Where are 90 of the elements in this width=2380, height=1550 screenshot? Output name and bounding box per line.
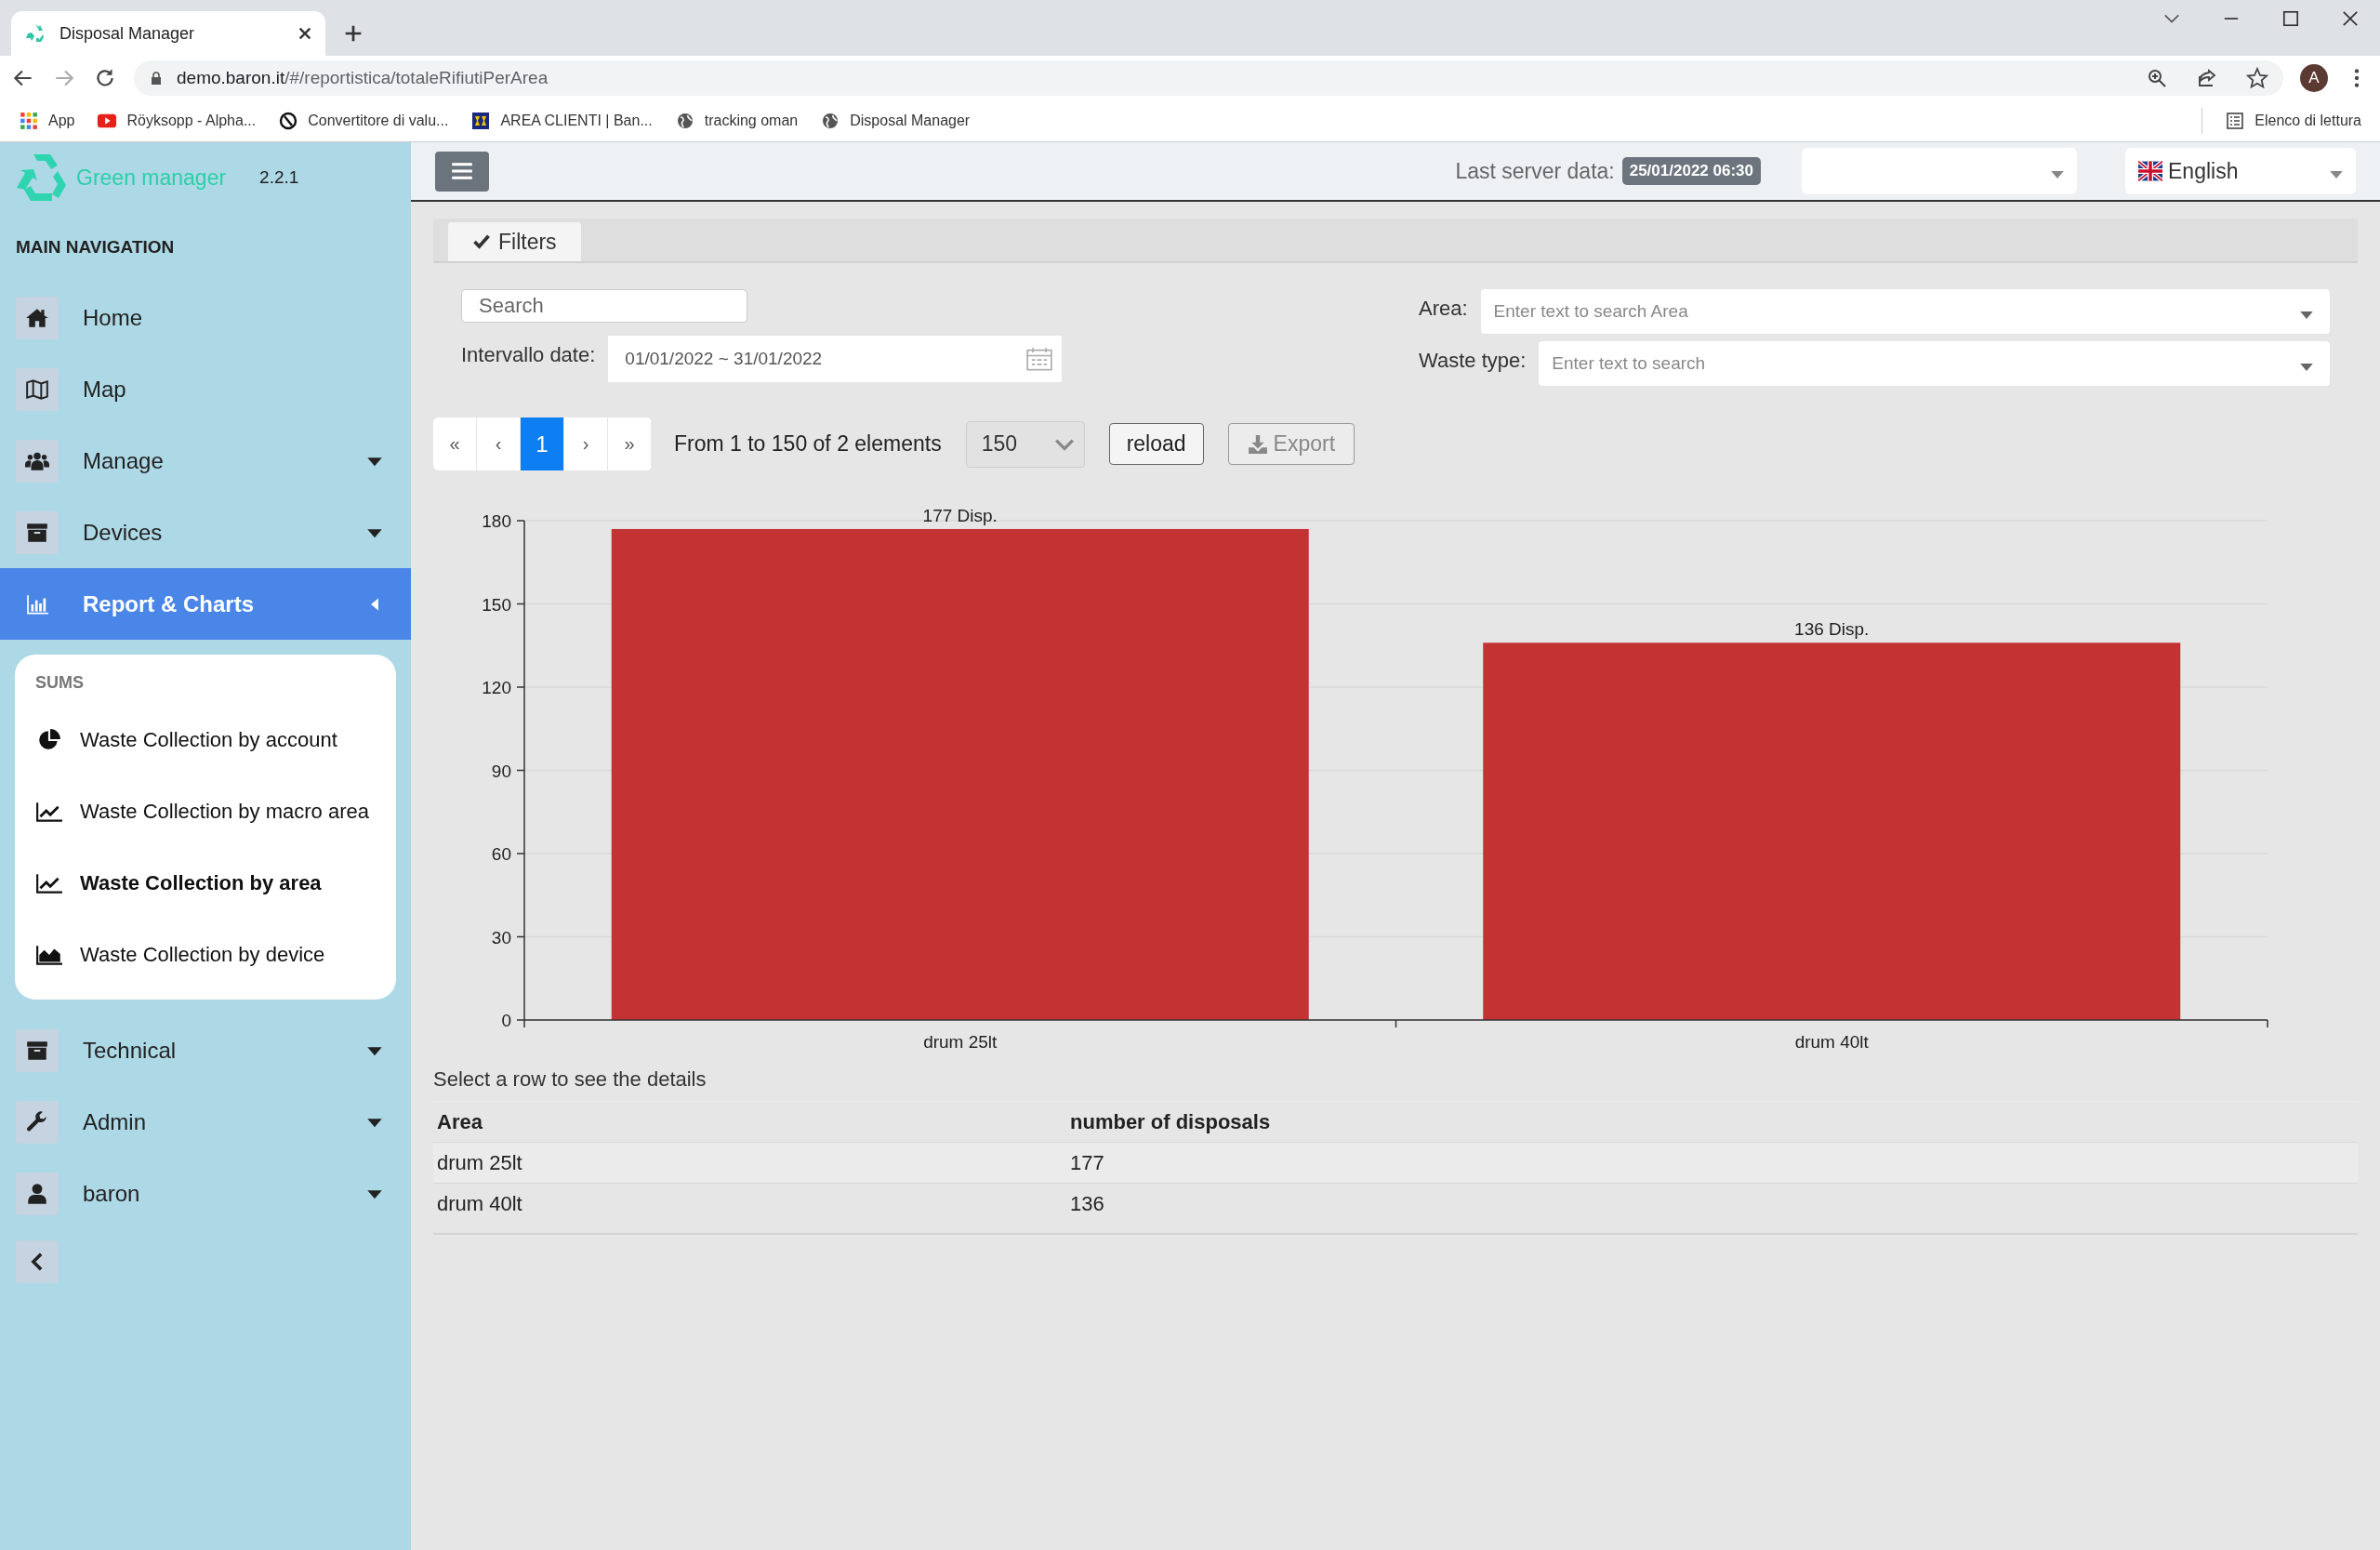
nav-item[interactable]: Manage: [0, 425, 411, 497]
square-logo-icon: [470, 112, 492, 130]
brand-name: Green manager: [76, 165, 227, 191]
nav-item[interactable]: baron: [0, 1158, 411, 1229]
calendar-icon: [1026, 347, 1053, 371]
bookmark[interactable]: tracking oman: [674, 112, 799, 130]
nav-item[interactable]: Admin: [0, 1086, 411, 1158]
page-button[interactable]: «: [433, 417, 477, 470]
submenu-item[interactable]: Waste Collection by account: [35, 704, 376, 775]
chevron-down-icon: [1053, 437, 1075, 451]
star-icon[interactable]: [2246, 67, 2268, 89]
download-icon: [1247, 433, 1268, 455]
flag-icon: [2138, 161, 2162, 181]
axis-tick-label: 0: [501, 1011, 511, 1030]
zoom-icon[interactable]: [2146, 67, 2168, 89]
tab-title: Disposal Manager: [60, 23, 196, 44]
table-cell-text: drum 40lt: [436, 1191, 523, 1216]
address-bar[interactable]: demo.baron.it/#/reportistica/totaleRifiutiPerArea: [134, 60, 2283, 96]
bookmark[interactable]: Röyksopp - Alpha...: [97, 112, 257, 130]
page-button[interactable]: 1: [521, 417, 564, 470]
waste-type-label: Waste type:: [1419, 348, 1527, 373]
nav-item[interactable]: Technical: [0, 1014, 411, 1086]
dropdown-arrow-icon: [2300, 311, 2313, 320]
submenu-item[interactable]: Waste Collection by device: [35, 919, 376, 990]
search-field[interactable]: Search: [461, 289, 747, 323]
axis-tick-label: 120: [482, 678, 511, 697]
lock-icon: [149, 71, 164, 86]
table-cell-text: drum 25lt: [436, 1150, 523, 1175]
close-icon[interactable]: [298, 26, 312, 41]
collapse-button[interactable]: [16, 1240, 59, 1283]
bookmark[interactable]: Disposal Manager: [820, 112, 971, 130]
reading-list-button[interactable]: Elenco di lettura: [2225, 112, 2361, 130]
column-header: Area: [436, 1109, 483, 1134]
share-icon[interactable]: [2196, 67, 2218, 89]
bookmark[interactable]: App: [19, 112, 75, 130]
axis-tick-label: 30: [491, 927, 511, 947]
date-range-label: Intervallo date:: [461, 342, 596, 367]
nav-item[interactable]: Home: [0, 282, 411, 353]
server-data-label: Last server data:: [1455, 158, 1615, 184]
area-label: Area:: [1419, 296, 1468, 321]
page-size-select[interactable]: 150: [965, 420, 1085, 468]
table-row[interactable]: drum 40lt 136: [433, 1183, 2358, 1224]
table-cell-text: 136: [1069, 1191, 1105, 1216]
recycle-icon: [24, 22, 46, 45]
play-icon: [97, 112, 118, 130]
server-date-badge: 25/01/2022 06:30: [1621, 157, 1761, 185]
check-icon: [472, 232, 491, 251]
value-label: 136 Disp.: [1794, 619, 1870, 640]
dropdown-arrow-icon: [2330, 170, 2343, 179]
reload-button[interactable]: reload: [1108, 423, 1204, 465]
date-range-field[interactable]: 01/01/2022 ~ 31/01/2022: [608, 336, 1063, 382]
nav-header: MAIN NAVIGATION: [15, 236, 176, 258]
submenu-header: SUMS: [35, 673, 85, 693]
dropdown-arrow-icon: [2051, 170, 2064, 179]
pagination-summary: From 1 to 150 of 2 elements: [674, 431, 942, 457]
url-text: demo.baron.it/#/reportistica/totaleRifiutiPerArea: [177, 68, 549, 88]
bookmark[interactable]: Convertitore di valu...: [278, 112, 449, 130]
filters-tab[interactable]: Filters: [448, 222, 581, 261]
column-header: number of disposals: [1069, 1109, 1272, 1134]
dropdown-arrow-icon: [2300, 363, 2313, 372]
menu-icon: [451, 162, 473, 180]
waste-type-select[interactable]: Enter text to search: [1539, 341, 2330, 386]
new-tab-icon[interactable]: [344, 24, 363, 43]
nav-item[interactable]: Report & Charts: [0, 568, 411, 640]
submenu-item[interactable]: Waste Collection by area: [35, 847, 376, 919]
axis-tick-label: 90: [491, 761, 511, 781]
map-icon: [25, 377, 49, 402]
menu-button[interactable]: [435, 151, 489, 192]
nav-item[interactable]: Map: [0, 353, 411, 425]
submenu-item[interactable]: Waste Collection by macro area: [35, 775, 376, 847]
area-select[interactable]: Enter text to search Area: [1480, 289, 2330, 334]
select-field[interactable]: [1802, 148, 2077, 194]
table-cell-text: 177: [1069, 1150, 1105, 1175]
list-icon: [2225, 112, 2246, 130]
table-caption: Select a row to see the details: [433, 1067, 707, 1092]
bookmark[interactable]: AREA CLIENTI | Ban...: [470, 112, 653, 130]
language-select[interactable]: English: [2125, 148, 2356, 194]
browser-tab[interactable]: Disposal Manager: [11, 11, 325, 56]
axis-tick-label: 150: [482, 594, 511, 615]
version-label: 2.2.1: [259, 167, 299, 188]
axis-tick-label: 60: [491, 844, 511, 864]
user-icon: [25, 1181, 49, 1206]
nav-item[interactable]: Devices: [0, 497, 411, 568]
category-label: drum 40lt: [1794, 1032, 1869, 1052]
profile-avatar[interactable]: A: [2300, 64, 2328, 92]
axis-tick-label: 180: [482, 511, 511, 531]
value-label: 177 Disp.: [922, 505, 998, 525]
category-label: drum 25lt: [923, 1032, 998, 1052]
apps-grid-icon: [19, 112, 39, 130]
table-row[interactable]: drum 25lt 177: [433, 1142, 2358, 1183]
